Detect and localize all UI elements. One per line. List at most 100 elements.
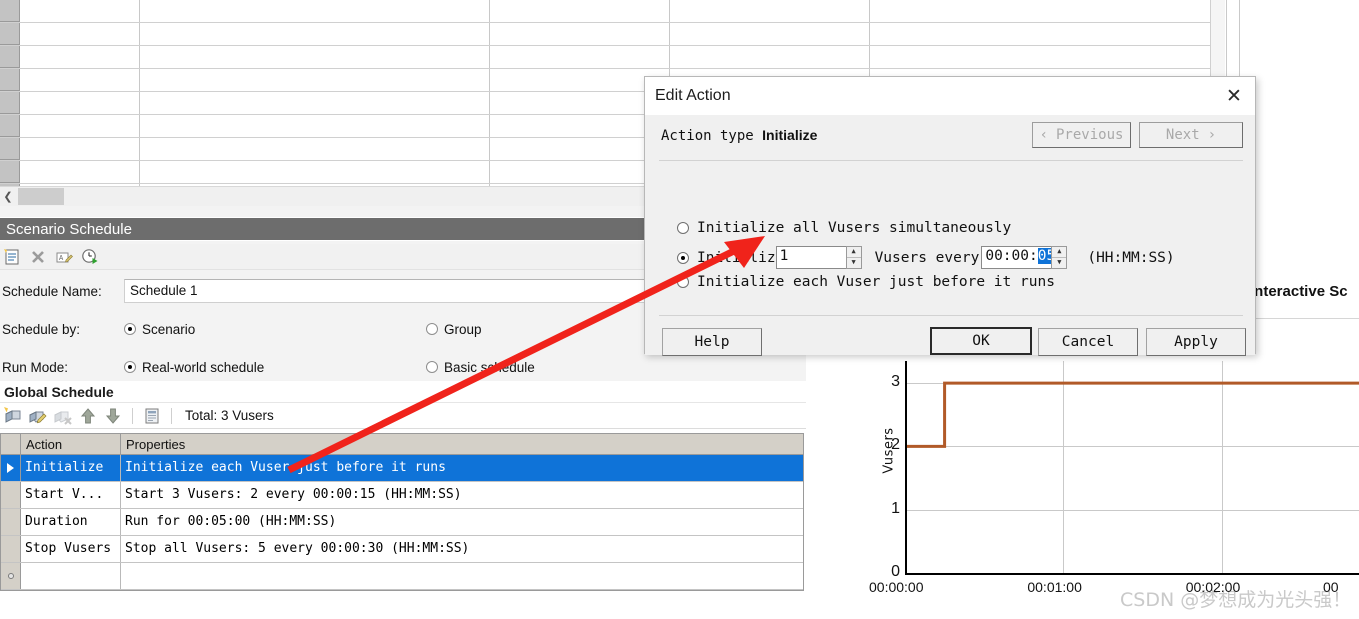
grid-cell[interactable] bbox=[490, 23, 670, 45]
radio-icon[interactable] bbox=[677, 222, 689, 234]
table-row[interactable]: Initialize Initialize each Vuser just be… bbox=[1, 455, 803, 482]
spin-down-icon[interactable]: ▼ bbox=[847, 258, 861, 269]
global-schedule-grid[interactable]: Action Properties Initialize Initialize … bbox=[0, 433, 804, 591]
row-properties-cell[interactable]: Initialize each Vuser just before it run… bbox=[121, 455, 803, 481]
vusers-count-stepper[interactable]: 1 ▲ ▼ bbox=[775, 246, 862, 269]
option-initialize-all[interactable]: Initialize all Vusers simultaneously bbox=[677, 220, 1011, 236]
grid-row-header[interactable] bbox=[0, 115, 20, 137]
grid-cell[interactable] bbox=[670, 0, 870, 22]
spin-up-icon[interactable]: ▲ bbox=[1052, 247, 1067, 258]
grid-row-header[interactable] bbox=[0, 92, 20, 114]
apply-button[interactable]: Apply bbox=[1146, 328, 1246, 356]
grid-cell[interactable] bbox=[20, 161, 140, 183]
grid-row-header[interactable] bbox=[0, 0, 20, 22]
previous-button[interactable]: ‹ Previous bbox=[1032, 122, 1131, 148]
global-schedule-toolbar[interactable]: Total: 3 Vusers bbox=[0, 403, 806, 429]
spin-down-icon[interactable]: ▼ bbox=[1052, 258, 1066, 269]
spin-up-icon[interactable]: ▲ bbox=[846, 247, 861, 258]
column-header-properties[interactable]: Properties bbox=[121, 434, 803, 454]
row-properties-cell[interactable]: Run for 00:05:00 (HH:MM:SS) bbox=[121, 509, 803, 535]
option-initialize-n-vusers[interactable]: Initializ 1 ▲ ▼ Vusers every 00:00:05 ▲ bbox=[677, 246, 1175, 269]
grid-cell[interactable] bbox=[20, 69, 140, 91]
radio-icon[interactable] bbox=[677, 251, 689, 264]
grid-cell[interactable] bbox=[20, 46, 140, 68]
ok-button[interactable]: OK bbox=[930, 327, 1032, 355]
row-properties-cell[interactable]: Start 3 Vusers: 2 every 00:00:15 (HH:MM:… bbox=[121, 482, 803, 508]
schedule-by-option-group[interactable]: Group bbox=[426, 322, 482, 337]
grid-row-header[interactable] bbox=[0, 46, 20, 68]
rename-icon[interactable]: A bbox=[54, 247, 74, 267]
row-action-cell[interactable]: Start V... bbox=[21, 482, 121, 508]
table-row[interactable]: Start V... Start 3 Vusers: 2 every 00:00… bbox=[1, 482, 803, 509]
grid-cell[interactable] bbox=[870, 0, 1210, 22]
row-properties-cell[interactable]: Stop all Vusers: 5 every 00:00:30 (HH:MM… bbox=[121, 536, 803, 562]
grid-cell[interactable] bbox=[490, 0, 670, 22]
grid-cell[interactable] bbox=[140, 23, 490, 45]
vusers-count-input[interactable]: 1 bbox=[775, 246, 846, 269]
edit-action-icon[interactable] bbox=[28, 406, 48, 426]
interval-time-stepper[interactable]: 00:00:05 ▲ ▼ bbox=[981, 246, 1068, 269]
cancel-button[interactable]: Cancel bbox=[1038, 328, 1138, 356]
grid-row[interactable] bbox=[0, 46, 1210, 69]
grid-cell[interactable] bbox=[490, 69, 670, 91]
grid-cell[interactable] bbox=[140, 0, 490, 22]
radio-icon[interactable] bbox=[124, 361, 136, 373]
grid-cell[interactable] bbox=[670, 46, 870, 68]
row-action-cell[interactable] bbox=[21, 563, 121, 589]
close-icon[interactable]: ✕ bbox=[1223, 85, 1245, 107]
grid-cell[interactable] bbox=[140, 138, 490, 160]
grid-cell[interactable] bbox=[20, 115, 140, 137]
grid-cell[interactable] bbox=[490, 138, 670, 160]
grid-cell[interactable] bbox=[140, 46, 490, 68]
grid-cell[interactable] bbox=[140, 92, 490, 114]
grid-cell[interactable] bbox=[490, 115, 670, 137]
add-action-icon[interactable] bbox=[3, 406, 23, 426]
row-action-cell[interactable]: Stop Vusers bbox=[21, 536, 121, 562]
grid-cell[interactable] bbox=[140, 161, 490, 183]
radio-icon[interactable] bbox=[677, 276, 689, 288]
grid-cell[interactable] bbox=[870, 46, 1210, 68]
run-mode-option-realworld[interactable]: Real-world schedule bbox=[124, 360, 426, 375]
grid-row-header[interactable] bbox=[0, 69, 20, 91]
grid-cell[interactable] bbox=[490, 92, 670, 114]
table-row[interactable]: Stop Vusers Stop all Vusers: 5 every 00:… bbox=[1, 536, 803, 563]
run-mode-option-basic[interactable]: Basic schedule bbox=[426, 360, 535, 375]
grid-row-header[interactable] bbox=[0, 138, 20, 160]
interval-time-input[interactable]: 00:00:05 bbox=[981, 246, 1056, 269]
grid-cell[interactable] bbox=[490, 46, 670, 68]
move-down-icon[interactable] bbox=[103, 406, 123, 426]
vusers-count-spin-buttons[interactable]: ▲ ▼ bbox=[845, 246, 862, 269]
radio-icon[interactable] bbox=[124, 323, 136, 335]
grid-view-icon[interactable] bbox=[142, 406, 162, 426]
grid-cell[interactable] bbox=[670, 23, 870, 45]
move-up-icon[interactable] bbox=[78, 406, 98, 426]
row-action-cell[interactable]: Initialize bbox=[21, 455, 121, 481]
grid-cell[interactable] bbox=[870, 23, 1210, 45]
table-row-new[interactable] bbox=[1, 563, 803, 590]
new-schedule-icon[interactable] bbox=[2, 247, 22, 267]
radio-icon[interactable] bbox=[426, 361, 438, 373]
row-action-cell[interactable]: Duration bbox=[21, 509, 121, 535]
schedule-by-option-scenario[interactable]: Scenario bbox=[124, 322, 426, 337]
table-row[interactable]: Duration Run for 00:05:00 (HH:MM:SS) bbox=[1, 509, 803, 536]
grid-cell[interactable] bbox=[20, 138, 140, 160]
grid-cell[interactable] bbox=[490, 161, 670, 183]
grid-cell[interactable] bbox=[20, 92, 140, 114]
row-properties-cell[interactable] bbox=[121, 563, 803, 589]
grid-cell[interactable] bbox=[140, 115, 490, 137]
grid-cell[interactable] bbox=[20, 23, 140, 45]
grid-row[interactable] bbox=[0, 23, 1210, 46]
grid-cell[interactable] bbox=[20, 0, 140, 22]
delete-action-icon[interactable] bbox=[53, 406, 73, 426]
scroll-left-icon[interactable]: ❮ bbox=[0, 187, 16, 207]
column-header-action[interactable]: Action bbox=[21, 434, 121, 454]
next-button[interactable]: Next › bbox=[1139, 122, 1243, 148]
option-initialize-each-vuser[interactable]: Initialize each Vuser just before it run… bbox=[677, 274, 1055, 290]
interval-spin-buttons[interactable]: ▲ ▼ bbox=[1051, 246, 1068, 269]
help-button[interactable]: Help bbox=[662, 328, 762, 356]
run-schedule-icon[interactable] bbox=[80, 247, 100, 267]
grid-cell[interactable] bbox=[140, 69, 490, 91]
delete-icon[interactable] bbox=[28, 247, 48, 267]
scroll-thumb[interactable] bbox=[18, 188, 64, 205]
grid-row-header[interactable] bbox=[0, 23, 20, 45]
